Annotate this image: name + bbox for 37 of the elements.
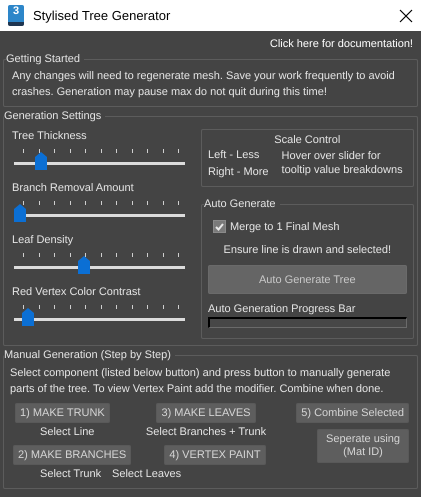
step-hint: Select Line [40, 426, 94, 440]
step-button[interactable]: 3) MAKE LEAVES [156, 403, 256, 423]
group-title: Generation Settings [4, 110, 102, 122]
panel-heading: Scale Control [273, 134, 342, 146]
slider-label: Leaf Density [12, 233, 74, 248]
checkbox[interactable] [213, 220, 226, 233]
slider-thumb[interactable] [34, 152, 47, 170]
checkbox-label: Merge to 1 Final Mesh [230, 220, 340, 232]
info-text: Any changes will need to regenerate mesh. Save your work frequently to avoid crashes. Generation may pause max do not quit during this time! [12, 69, 396, 100]
step-hint: Select Leaves [112, 468, 182, 482]
scale-hint-left: Left - Less [208, 149, 260, 161]
slider-label: Red Vertex Color Contrast [12, 285, 142, 300]
separate-button[interactable]: Seperate using (Mat ID) [317, 429, 409, 463]
app-icon: 3 [8, 5, 24, 26]
group-title: Auto Generate [204, 198, 277, 210]
close-icon[interactable] [399, 8, 413, 22]
group-title: Getting Started [6, 53, 81, 65]
scale-hint-right: Right - More [208, 166, 269, 178]
window-title: Stylised Tree Generator [33, 8, 172, 23]
documentation-link[interactable]: Click here for documentation! [270, 38, 413, 53]
auto-generate-button[interactable]: Auto Generate Tree [208, 265, 407, 294]
warning-text: Ensure line is drawn and selected! [222, 244, 392, 256]
step-hint: Select Branches + Trunk [146, 426, 266, 440]
progress-label: Auto Generation Progress Bar [208, 303, 356, 315]
instructions-text: Select component (listed below button) and press button to manually generate parts of the tree. To view Vertex Paint add the modifier. Combine when done. [10, 366, 392, 397]
step-button[interactable]: 1) MAKE TRUNK [15, 403, 110, 423]
slider-thumb[interactable] [78, 256, 90, 274]
step-button[interactable]: 2) MAKE BRANCHES [13, 445, 132, 465]
slider-thumb[interactable] [14, 204, 26, 222]
step-button[interactable]: 4) VERTEX PAINT [164, 445, 266, 465]
combine-button[interactable]: 5) Combine Selected [296, 403, 409, 423]
slider-label: Branch Removal Amount [12, 181, 135, 196]
slider-thumb[interactable] [22, 308, 34, 326]
group-title: Manual Generation (Step by Step) [4, 349, 172, 361]
step-hint: Select Trunk [40, 468, 102, 482]
slider-label: Tree Thickness [12, 129, 88, 144]
tooltip-hint: Hover over slider for tooltip value breakdowns [282, 149, 404, 178]
